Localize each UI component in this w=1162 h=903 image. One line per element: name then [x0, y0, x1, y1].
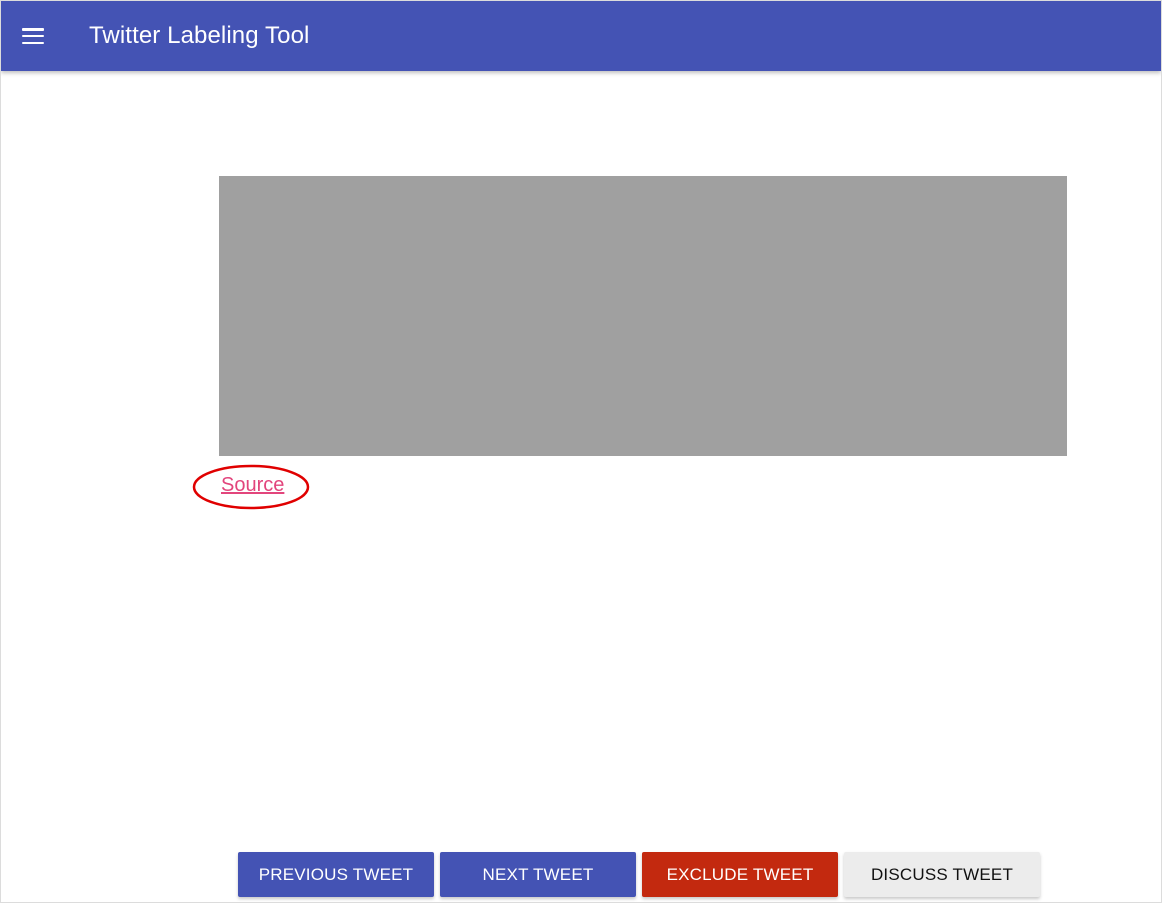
app-window: Twitter Labeling Tool Source PREVIOUS TW…	[0, 0, 1162, 903]
tweet-action-bar: PREVIOUS TWEET NEXT TWEET EXCLUDE TWEET …	[238, 852, 1040, 897]
menu-button[interactable]	[15, 18, 51, 54]
discuss-tweet-button[interactable]: DISCUSS TWEET	[844, 852, 1040, 897]
app-title: Twitter Labeling Tool	[89, 22, 310, 49]
next-tweet-button[interactable]: NEXT TWEET	[440, 852, 636, 897]
hamburger-menu-icon	[22, 28, 44, 44]
tweet-embed-placeholder	[219, 176, 1067, 456]
source-link[interactable]: Source	[221, 474, 284, 497]
app-bar: Twitter Labeling Tool	[1, 1, 1161, 71]
previous-tweet-button[interactable]: PREVIOUS TWEET	[238, 852, 434, 897]
source-link-container: Source	[192, 464, 310, 510]
exclude-tweet-button[interactable]: EXCLUDE TWEET	[642, 852, 838, 897]
